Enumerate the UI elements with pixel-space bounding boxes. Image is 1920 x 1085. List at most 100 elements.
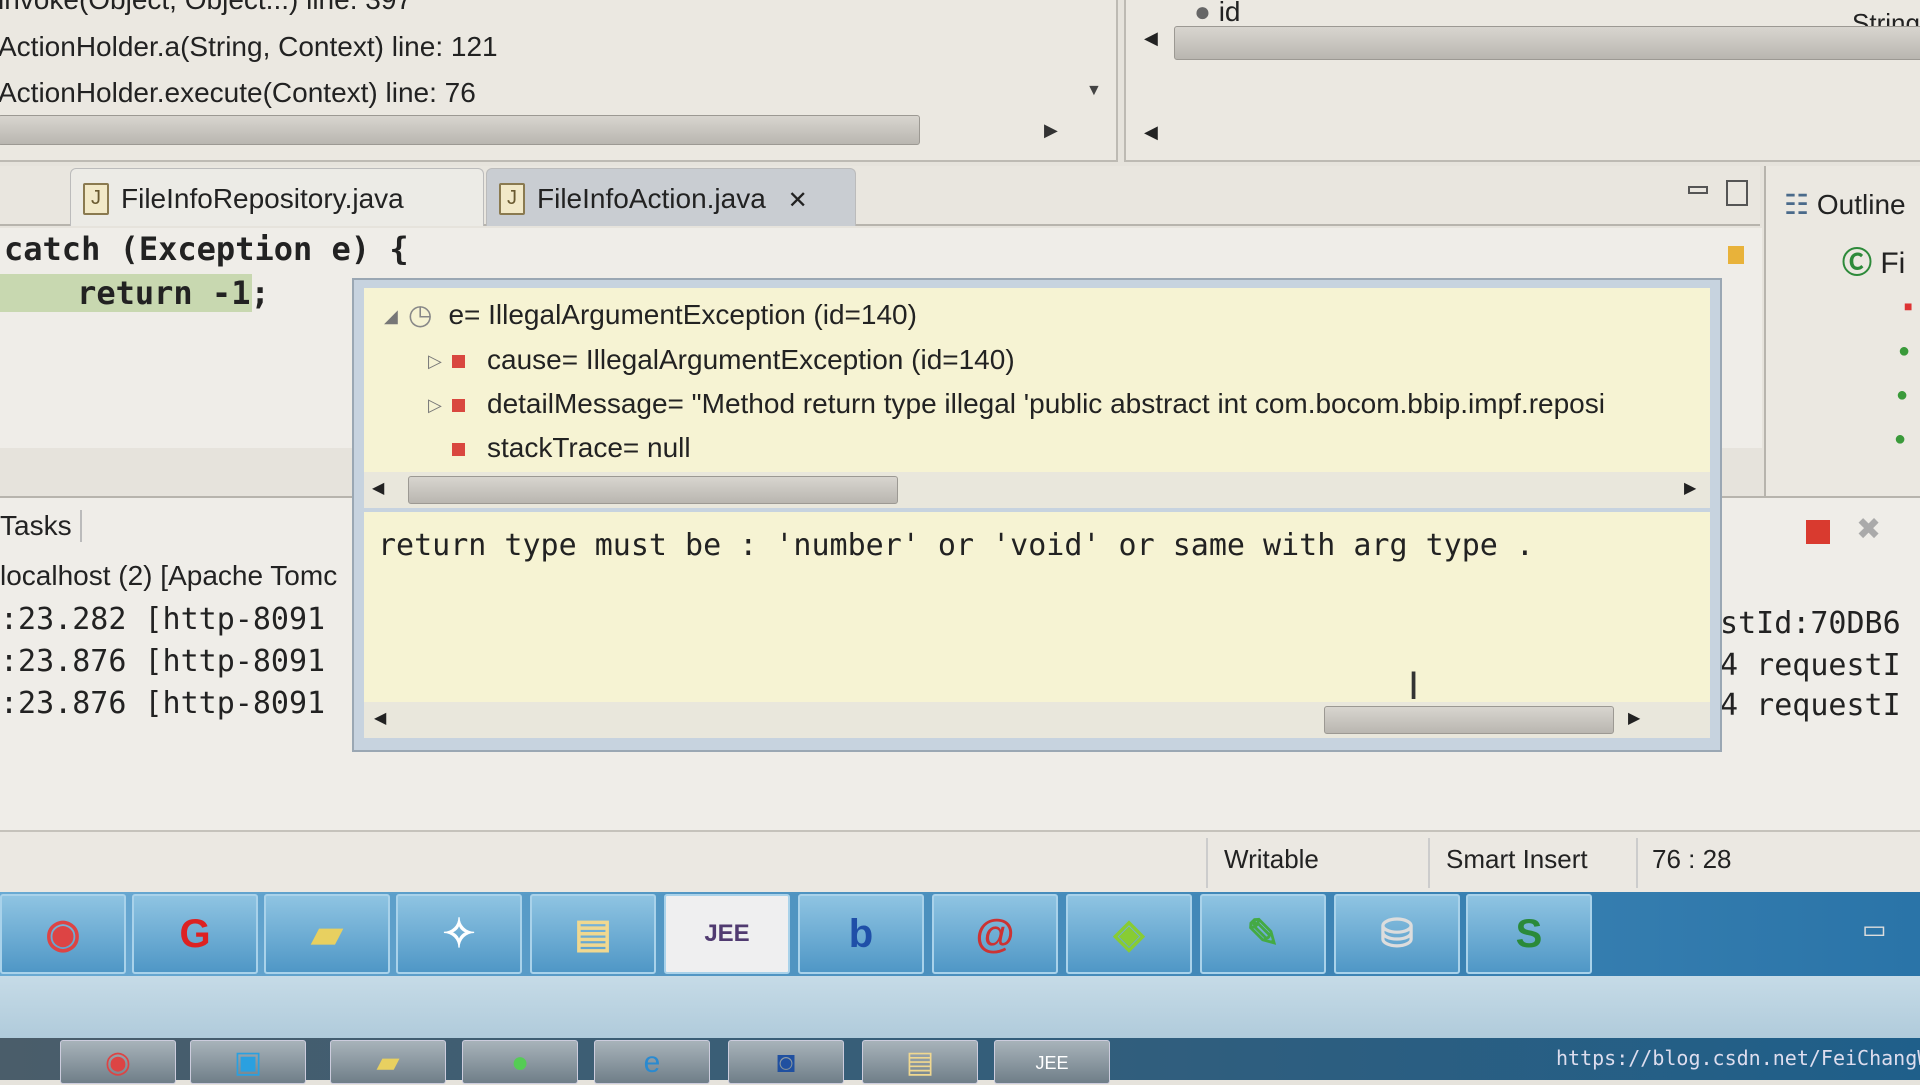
- debug-hover-popup: ◢ ◷ e= IllegalArgumentException (id=140) ▷…: [352, 278, 1722, 752]
- scrollbar-thumb[interactable]: [408, 476, 898, 504]
- tree-row[interactable]: ◢ ◷ e= IllegalArgumentException (id=140): [384, 298, 917, 331]
- scroll-left-arrow[interactable]: ◀: [1144, 122, 1158, 143]
- outline-icon: ☷: [1784, 189, 1810, 220]
- status-writable: Writable: [1224, 844, 1319, 874]
- console-line: :23.876 [http-8091: [0, 686, 326, 721]
- method-icon: ■: [1904, 298, 1913, 314]
- terminate-icon[interactable]: [1806, 520, 1830, 544]
- console-line: :23.876 [http-8091: [0, 644, 326, 679]
- chrome-icon[interactable]: ◉: [0, 894, 126, 974]
- status-bar: Writable Smart Insert 76 : 28: [0, 830, 1920, 892]
- horizontal-scrollbar[interactable]: [0, 115, 920, 145]
- file-explorer-icon[interactable]: ▤: [530, 894, 656, 974]
- tab-label: FileInfoRepository.java: [121, 183, 404, 214]
- expand-icon[interactable]: ▷: [428, 351, 452, 372]
- outline-item-label: Fi: [1880, 247, 1906, 280]
- watermark: https://blog.csdn.net/FeiChangWuRao: [1556, 1046, 1920, 1070]
- wechat-icon[interactable]: ●: [462, 1040, 578, 1084]
- overview-ruler-marker: [1728, 246, 1744, 264]
- tab-fileinfoaction[interactable]: J FileInfoAction.java ✕: [486, 168, 856, 226]
- window-app-icon[interactable]: ▣: [190, 1040, 306, 1084]
- scroll-left-arrow[interactable]: ◀: [372, 478, 384, 498]
- variable-tree: ◢ ◷ e= IllegalArgumentException (id=140) ▷…: [364, 288, 1710, 472]
- tree-row-text: e= IllegalArgumentException (id=140): [448, 299, 917, 330]
- stack-frame[interactable]: invoke(Object, Object...) line: 397: [0, 0, 412, 16]
- tree-row[interactable]: ▷ detailMessage= "Method return type ille…: [428, 388, 1605, 420]
- remote-desktop-icon[interactable]: ◙: [728, 1040, 844, 1084]
- scroll-right-arrow[interactable]: ▶: [1628, 708, 1640, 728]
- maximize-icon[interactable]: [1726, 180, 1748, 206]
- debug-stack-pane: invoke(Object, Object...) line: 397 Acti…: [0, 0, 1118, 162]
- tray-icon[interactable]: ▭: [1862, 914, 1887, 945]
- scroll-right-arrow[interactable]: ▶: [1044, 120, 1058, 141]
- code-line-highlighted: return -1;: [0, 274, 270, 312]
- remove-launch-icon[interactable]: ✖: [1856, 512, 1881, 547]
- sticky-notes-icon[interactable]: ▰: [264, 894, 390, 974]
- java-file-icon: J: [499, 183, 525, 215]
- outline-panel: ☷ Outline Ⓒ Fi ■ ● ● ●: [1764, 166, 1920, 496]
- tree-hscroll[interactable]: ◀ ▶: [364, 472, 1710, 508]
- gap-area: [0, 976, 1920, 1038]
- scroll-left-arrow[interactable]: ◀: [1144, 28, 1158, 49]
- tree-row-text: stackTrace= null: [487, 432, 691, 463]
- method-icon: ●: [1898, 340, 1911, 362]
- folder-icon[interactable]: ▤: [862, 1040, 978, 1084]
- detail-hscroll[interactable]: ◀ ▶: [364, 702, 1710, 738]
- method-icon: ●: [1894, 428, 1907, 450]
- scrollbar-thumb[interactable]: [1324, 706, 1614, 734]
- java-ee-ide-icon[interactable]: JEE: [664, 894, 790, 974]
- editor-tab-bar: J FileInfoRepository.java J FileInfoActi…: [0, 166, 1760, 226]
- notepad-plus-icon[interactable]: ✎: [1200, 894, 1326, 974]
- scroll-left-arrow[interactable]: ◀: [374, 708, 386, 728]
- internet-explorer-icon[interactable]: e: [594, 1040, 710, 1084]
- money-app-icon[interactable]: ◈: [1066, 894, 1192, 974]
- console-line: :23.282 [http-8091: [0, 602, 326, 637]
- database-search-icon[interactable]: ⛁: [1334, 894, 1460, 974]
- swirl-app-icon[interactable]: @: [932, 894, 1058, 974]
- outline-item[interactable]: Ⓒ Fi: [1842, 238, 1905, 282]
- g-app-icon[interactable]: G: [132, 894, 258, 974]
- tree-row[interactable]: stackTrace= null: [452, 432, 691, 464]
- column-label: id: [1218, 0, 1241, 27]
- tasks-tab[interactable]: Tasks: [0, 510, 82, 542]
- sticky-notes-icon[interactable]: ▰: [330, 1040, 446, 1084]
- network-icon[interactable]: ✧: [396, 894, 522, 974]
- detail-text-area[interactable]: return type must be : 'number' or 'void'…: [364, 512, 1710, 702]
- tree-row-text: cause= IllegalArgumentException (id=140): [487, 344, 1015, 375]
- console-line: 34 requestI: [1702, 648, 1901, 683]
- console-server-label: localhost (2) [Apache Tomc: [0, 560, 338, 591]
- status-insert-mode: Smart Insert: [1446, 844, 1588, 874]
- tree-row[interactable]: ▷ cause= IllegalArgumentException (id=140…: [428, 344, 1015, 376]
- local-variable-icon: ◷: [408, 299, 433, 330]
- close-tab-icon[interactable]: ✕: [788, 187, 808, 214]
- console-line: estId:70DB6: [1702, 606, 1901, 641]
- scroll-down-arrow[interactable]: ▼: [1086, 82, 1102, 100]
- field-icon: ●: [1194, 0, 1211, 27]
- scroll-right-arrow[interactable]: ▶: [1684, 478, 1696, 498]
- tab-label: FileInfoAction.java: [537, 183, 766, 214]
- tab-fileinforepository[interactable]: J FileInfoRepository.java: [70, 168, 484, 226]
- outline-tab[interactable]: ☷ Outline: [1784, 188, 1906, 221]
- variables-pane: ● id String ◀ ◀: [1124, 0, 1920, 162]
- collapse-icon[interactable]: ◢: [384, 306, 408, 327]
- column-id[interactable]: ● id: [1194, 0, 1241, 28]
- private-field-icon: [452, 443, 465, 457]
- method-icon: ●: [1896, 384, 1909, 406]
- stack-frame[interactable]: ActionHolder.execute(Context) line: 76: [0, 77, 476, 109]
- private-field-icon: [452, 355, 465, 369]
- stack-frame[interactable]: ActionHolder.a(String, Context) line: 12…: [0, 31, 498, 63]
- java-file-icon: J: [83, 183, 109, 215]
- status-cursor-position: 76 : 28: [1652, 844, 1732, 874]
- chrome-icon[interactable]: ◉: [60, 1040, 176, 1084]
- private-field-icon: [452, 399, 465, 413]
- minimize-icon[interactable]: [1688, 186, 1708, 194]
- baidu-icon[interactable]: b: [798, 894, 924, 974]
- expand-icon[interactable]: ▷: [428, 395, 452, 416]
- console-line: 34 requestI: [1702, 688, 1901, 723]
- class-icon: Ⓒ: [1842, 247, 1872, 280]
- java-ee-ide-icon[interactable]: JEE: [994, 1040, 1110, 1084]
- s-app-icon[interactable]: S: [1466, 894, 1592, 974]
- outline-title: Outline: [1816, 189, 1906, 220]
- code-line: catch (Exception e) {: [4, 230, 409, 268]
- horizontal-scrollbar[interactable]: [1174, 26, 1920, 60]
